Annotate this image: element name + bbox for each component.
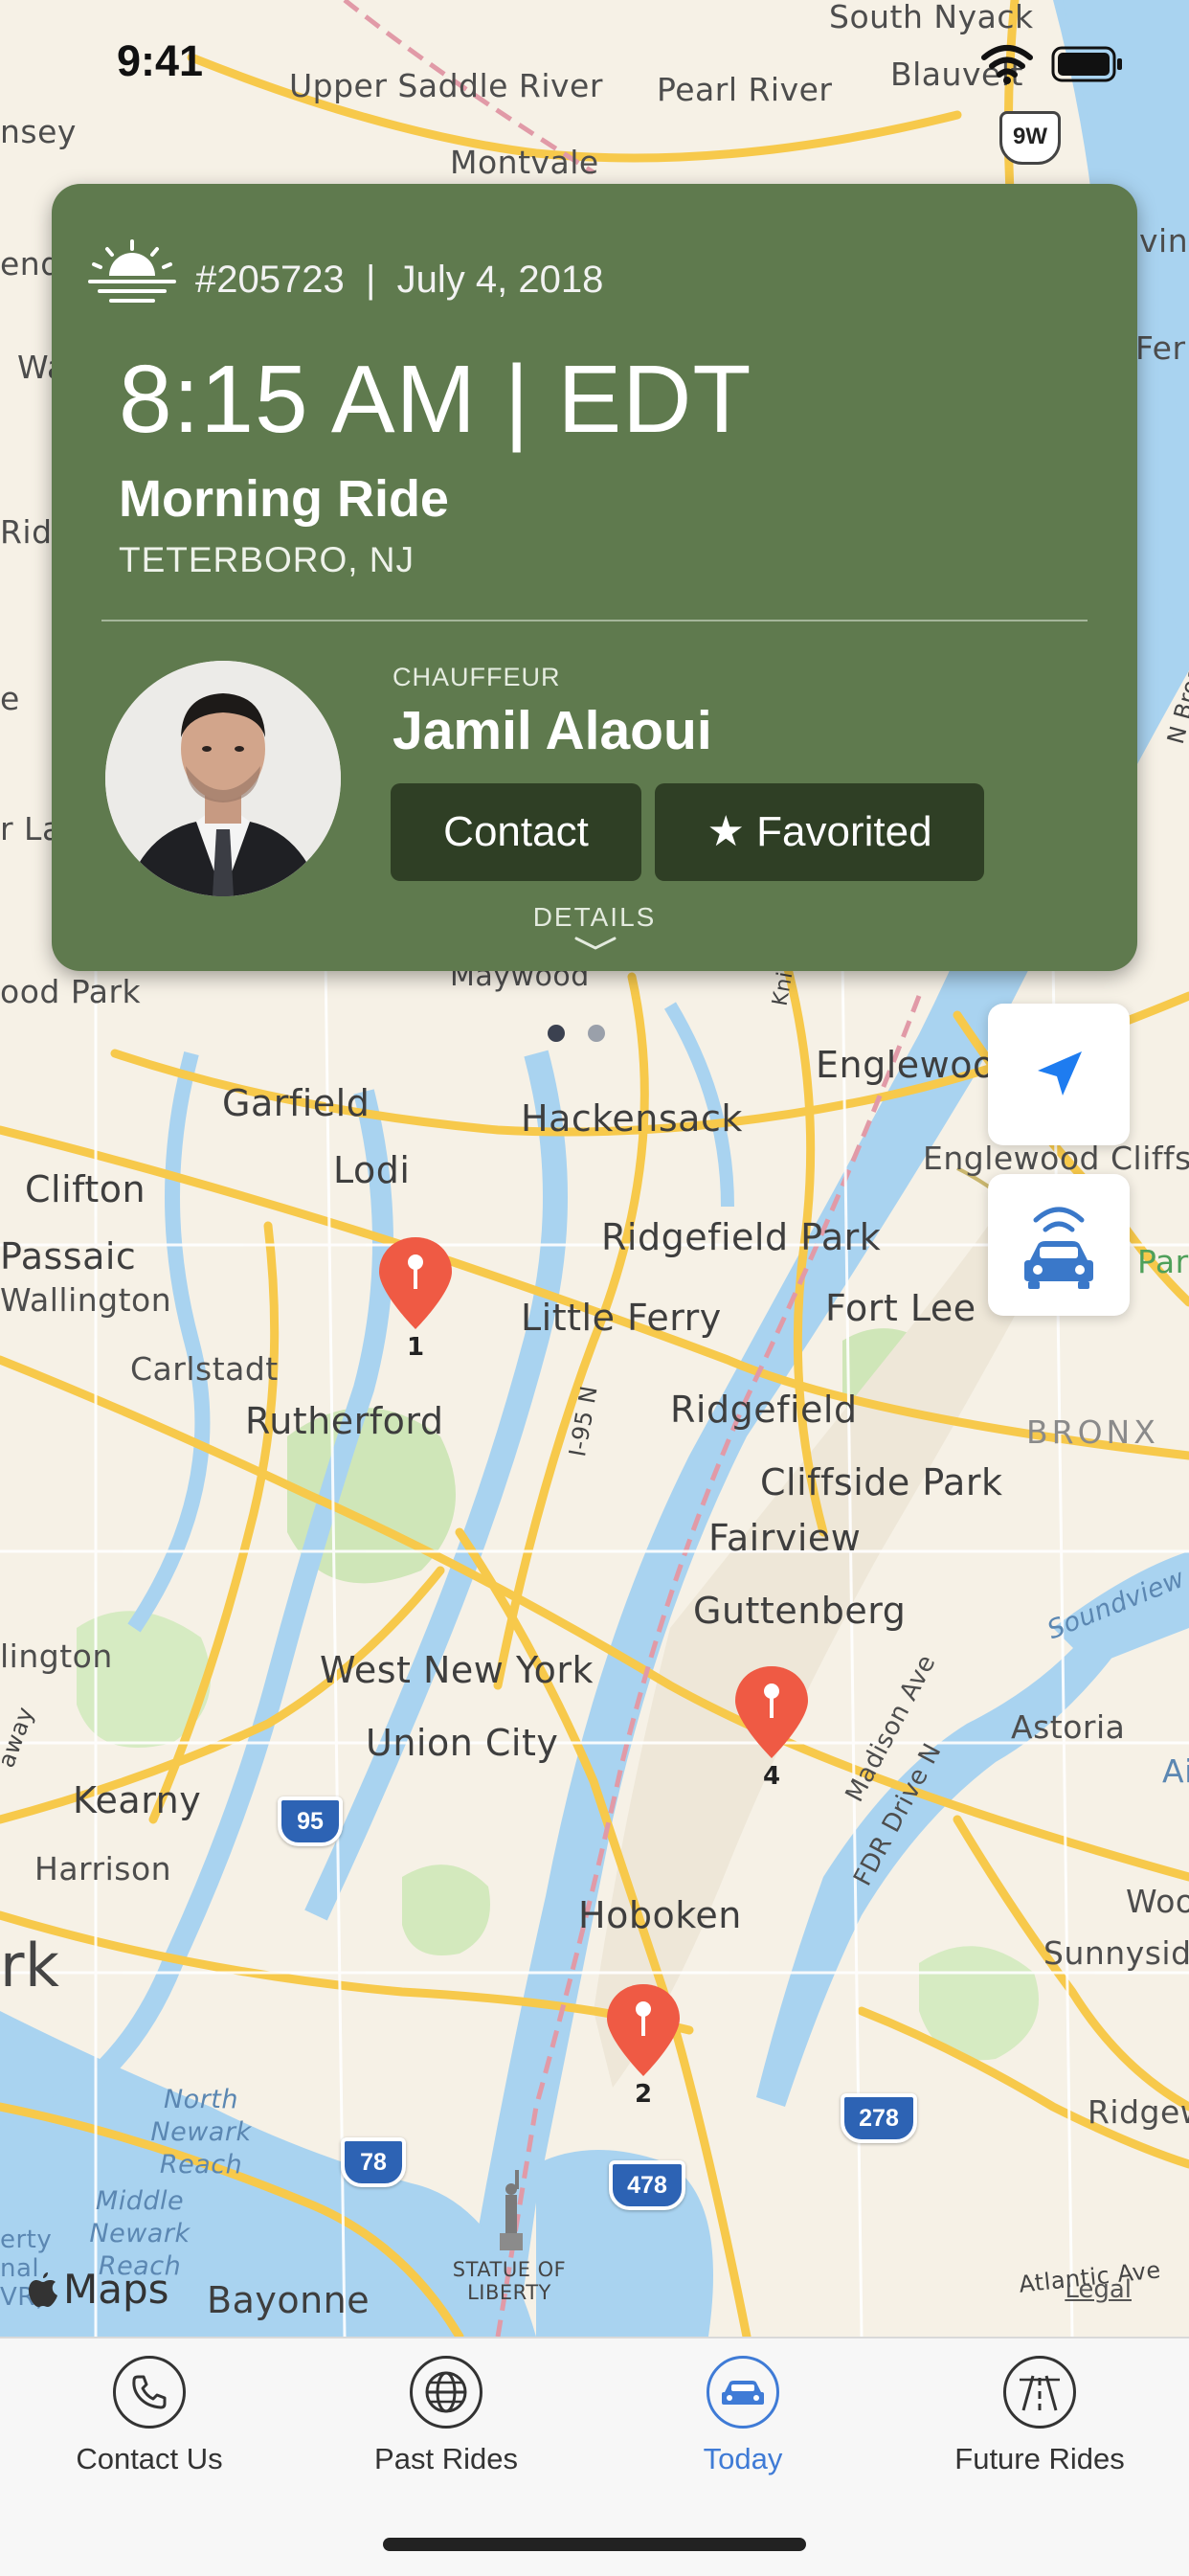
tab-label: Future Rides	[954, 2442, 1125, 2475]
details-label[interactable]: DETAILS	[52, 902, 1137, 933]
card-divider	[101, 620, 1088, 621]
chauffeur-name: Jamil Alaoui	[393, 700, 712, 761]
map-label: Passaic	[0, 1235, 137, 1277]
map-label: Lodi	[333, 1149, 411, 1191]
map-label: Sunnysid	[1043, 1934, 1189, 1972]
meta-separator: |	[354, 259, 387, 301]
map-label: Ai	[1162, 1752, 1189, 1790]
apple-maps-logo: Maps	[27, 2266, 169, 2313]
map-label: Woo	[1126, 1883, 1189, 1920]
map-pin-4[interactable]	[731, 1662, 812, 1762]
map-label: Union City	[366, 1722, 559, 1764]
page-dot[interactable]	[588, 1025, 605, 1042]
map-pin-label: 1	[406, 1333, 425, 1362]
map-label: rk	[0, 1931, 60, 2000]
apple-logo-icon	[29, 2271, 57, 2307]
route-shield: 95	[278, 1796, 343, 1846]
sunrise-icon	[88, 239, 176, 303]
ride-card[interactable]: #205723 | July 4, 2018 8:15 AM | EDT Mor…	[52, 184, 1137, 971]
home-indicator[interactable]	[383, 2538, 806, 2551]
ride-time: 8:15 AM | EDT	[119, 346, 752, 453]
map-label: Little Ferry	[521, 1297, 722, 1339]
map-label: Garfield	[222, 1082, 370, 1124]
ride-date: July 4, 2018	[396, 259, 604, 301]
tab-label: Past Rides	[374, 2442, 518, 2475]
track-car-button[interactable]	[988, 1174, 1130, 1316]
map-label: Ridgefield Park	[601, 1216, 882, 1258]
favorited-button[interactable]: ★ Favorited	[655, 783, 984, 881]
status-bar: 9:41	[0, 0, 1189, 124]
status-time: 9:41	[117, 36, 204, 85]
map-label: Fort Lee	[825, 1287, 976, 1329]
map-label: ving	[1139, 222, 1189, 260]
tab-contact-us[interactable]: Contact Us	[6, 2356, 293, 2476]
page-indicator[interactable]	[548, 1025, 605, 1042]
map-label: Guttenberg	[693, 1590, 907, 1632]
map-label: e	[0, 680, 20, 717]
map-label: North Newark Reach	[150, 2085, 252, 2180]
route-shield: 478	[609, 2160, 685, 2210]
map-label: Hackensack	[521, 1097, 743, 1140]
map-label: Hoboken	[578, 1894, 742, 1936]
tab-past-rides[interactable]: Past Rides	[303, 2356, 590, 2476]
map-label: Harrison	[34, 1850, 172, 1887]
map-label: West New York	[320, 1649, 594, 1691]
tab-future-rides[interactable]: Future Rides	[896, 2356, 1183, 2476]
contact-button[interactable]: Contact	[391, 783, 641, 881]
tab-label: Contact Us	[76, 2442, 223, 2475]
map-label: Ridgew	[1088, 2093, 1189, 2131]
connected-car-icon	[1024, 1207, 1093, 1289]
map-label: Astoria	[1011, 1708, 1126, 1746]
map-label: Rid	[0, 513, 53, 551]
map-label: Montvale	[450, 144, 599, 181]
map-pin-2[interactable]	[603, 1980, 684, 2080]
map-label: Clifton	[25, 1168, 146, 1210]
statue-of-liberty-icon	[500, 2170, 523, 2250]
route-shield: 278	[841, 2093, 917, 2143]
map-label: Par	[1137, 1243, 1189, 1280]
map-label: Fairview	[708, 1517, 862, 1559]
tab-today[interactable]: Today	[599, 2356, 886, 2476]
map-label: Fer	[1135, 329, 1186, 367]
map-label: Bayonne	[207, 2279, 370, 2321]
location-arrow-icon	[1038, 1051, 1082, 1096]
car-icon	[707, 2356, 779, 2429]
map-label: STATUE OF LIBERTY	[452, 2258, 567, 2304]
chauffeur-avatar	[105, 661, 341, 896]
globe-icon	[410, 2356, 482, 2429]
chauffeur-label: CHAUFFEUR	[393, 663, 561, 691]
map-label: Carlstadt	[130, 1350, 279, 1388]
map-pin-label: 4	[762, 1762, 781, 1791]
phone-icon	[113, 2356, 186, 2429]
map-pin-1[interactable]	[375, 1233, 456, 1333]
road-icon	[1003, 2356, 1076, 2429]
tab-label: Today	[703, 2442, 783, 2475]
ride-number: #205723	[195, 259, 345, 301]
route-shield: 78	[341, 2137, 406, 2187]
legal-link[interactable]: Legal	[1065, 2275, 1132, 2304]
ride-meta: #205723 | July 4, 2018	[195, 259, 603, 302]
map-label: Ridgefield	[670, 1389, 858, 1431]
chauffeur-photo	[105, 661, 341, 896]
map-pin-label: 2	[634, 2080, 653, 2109]
maps-brand-text: Maps	[63, 2266, 169, 2313]
map-label: Wallington	[0, 1281, 172, 1319]
map-label: erty	[0, 2226, 53, 2254]
map-label: ood Park	[0, 973, 142, 1010]
map-label: Cliffside Park	[760, 1461, 1003, 1503]
map-label: lington	[0, 1638, 113, 1675]
map-label: Kearny	[73, 1779, 202, 1821]
locate-me-button[interactable]	[988, 1004, 1130, 1145]
ride-location: TETERBORO, NJ	[119, 540, 415, 579]
chevron-down-icon[interactable]	[572, 935, 618, 952]
battery-icon	[1051, 46, 1122, 82]
ride-title: Morning Ride	[119, 470, 449, 528]
wifi-icon	[981, 45, 1033, 84]
page-dot[interactable]	[548, 1025, 565, 1042]
map-label: Rutherford	[245, 1400, 444, 1442]
map-label: BRONX	[1026, 1413, 1159, 1451]
